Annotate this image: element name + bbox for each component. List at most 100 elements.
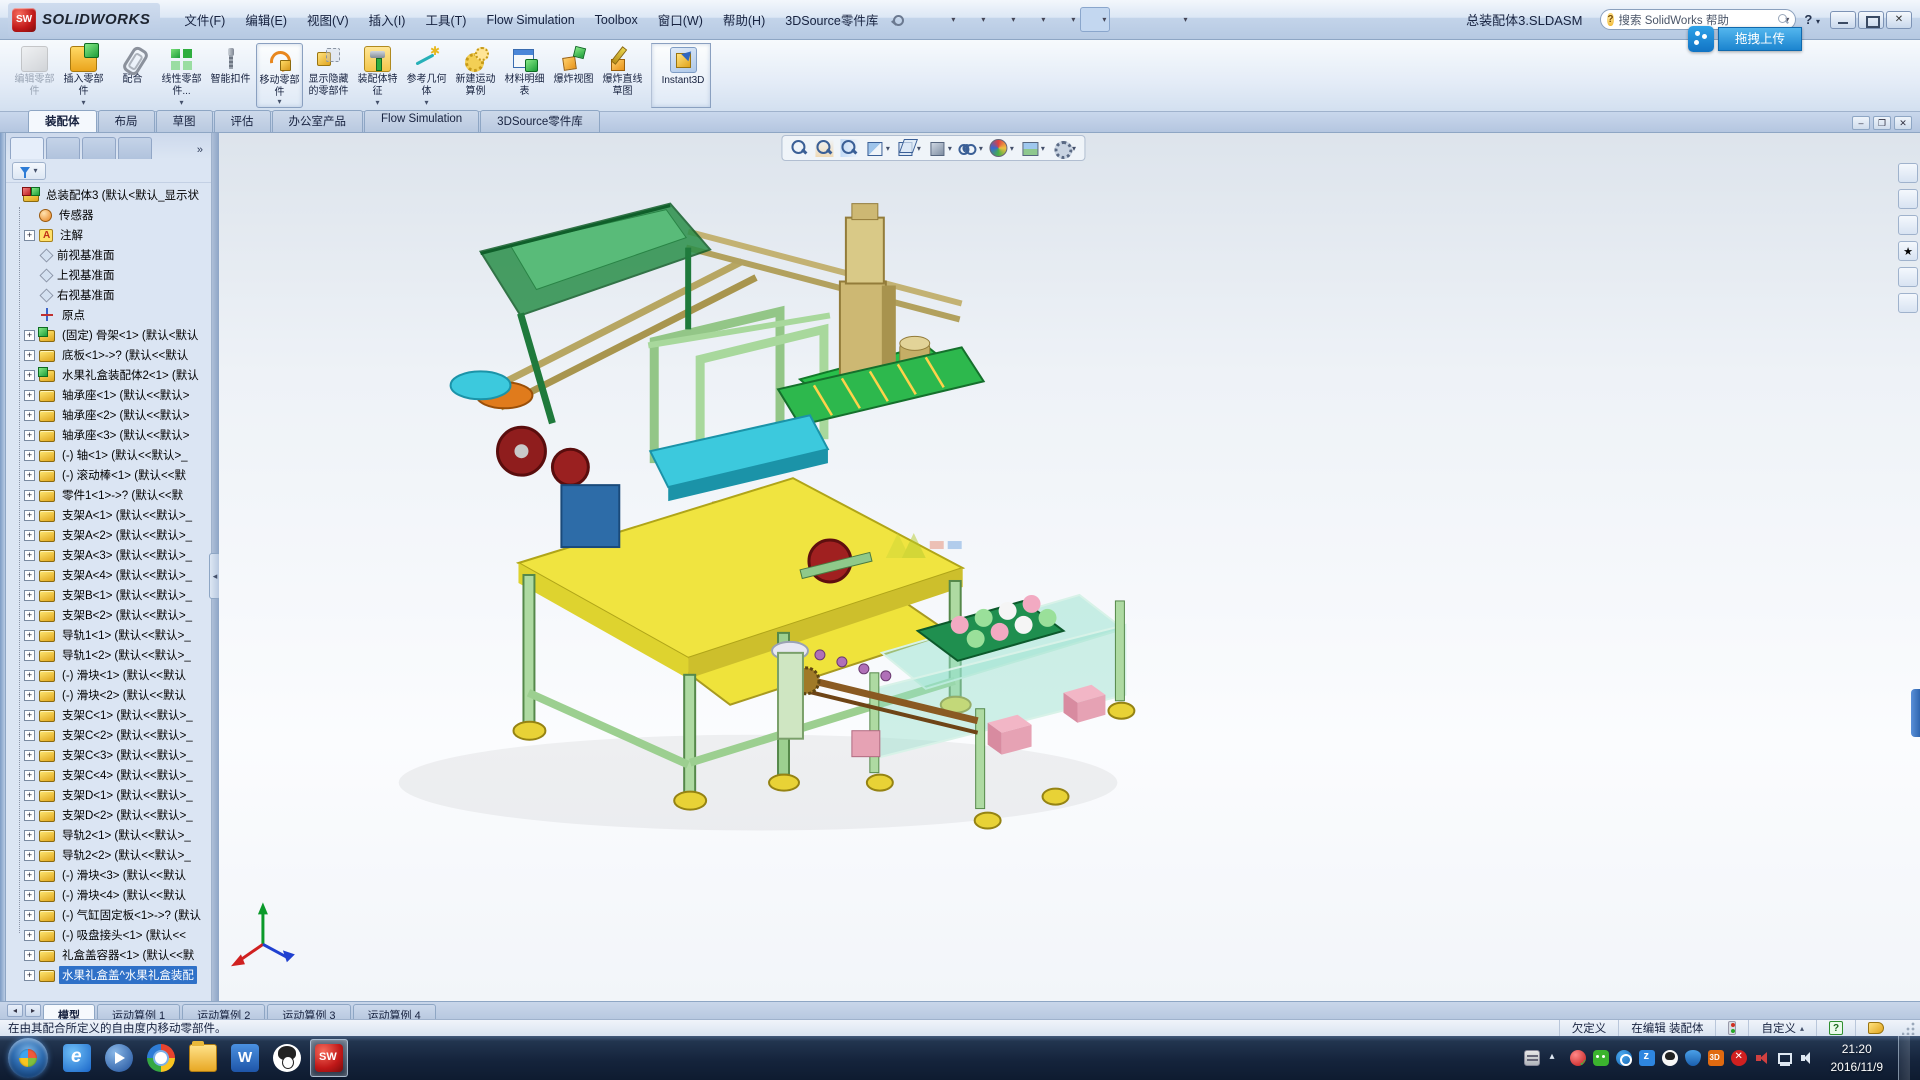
3d-assembly-model[interactable] (219, 133, 1920, 1001)
tree-item[interactable]: 轴承座<2> (默认<<默认> (6, 405, 211, 425)
command-tab[interactable]: Flow Simulation (364, 110, 479, 132)
panel-splitter[interactable]: ◂ (212, 133, 219, 1001)
menu-item[interactable]: 视图(V) (297, 5, 359, 34)
model-tab[interactable]: 运动算例 1 (97, 1004, 180, 1019)
file-properties-icon[interactable]: ▾ (1137, 8, 1160, 31)
undo-icon[interactable]: ▾ (1050, 8, 1078, 31)
zoom-area-icon[interactable]: ▾ (814, 138, 836, 158)
tree-item[interactable]: 原点 (6, 305, 211, 325)
media-player-icon[interactable] (100, 1039, 138, 1077)
featuremanager-icon[interactable] (10, 137, 44, 159)
select-icon[interactable]: ▾ (1080, 7, 1110, 32)
expand-icon[interactable] (24, 570, 35, 581)
tree-item[interactable]: (-) 滑块<1> (默认<<默认 (6, 665, 211, 685)
edit-appearance-icon[interactable]: ▾ (988, 138, 1016, 158)
expand-icon[interactable] (24, 430, 35, 441)
expand-icon[interactable] (24, 530, 35, 541)
dropdown-arrow-icon[interactable]: ▾ (1183, 15, 1187, 24)
resize-grip[interactable] (1902, 1021, 1916, 1035)
configurationmanager-icon[interactable] (82, 137, 116, 159)
tree-item[interactable]: 支架A<4> (默认<<默认>_ (6, 565, 211, 585)
show-desktop-button[interactable] (1898, 1036, 1910, 1080)
dock-ball-icon[interactable] (1898, 267, 1918, 287)
command-tab[interactable]: 评估 (214, 110, 271, 132)
command-tab[interactable]: 3DSource零件库 (480, 110, 600, 132)
dropdown-arrow-icon[interactable]: ▾ (81, 98, 85, 107)
tree-item[interactable]: 支架B<2> (默认<<默认>_ (6, 605, 211, 625)
dropdown-arrow-icon[interactable]: ▾ (979, 144, 983, 153)
dock-mail-icon[interactable] (1898, 215, 1918, 235)
tree-item[interactable]: 支架A<3> (默认<<默认>_ (6, 545, 211, 565)
3dsource-icon[interactable] (1616, 1050, 1632, 1066)
menu-item[interactable]: 窗口(W) (648, 5, 713, 34)
menu-item[interactable]: 帮助(H) (713, 5, 775, 34)
new-document-icon[interactable]: ▾ (930, 8, 958, 31)
filter-dropdown-icon[interactable]: ▾ (33, 166, 37, 175)
expand-icon[interactable] (24, 790, 35, 801)
propertymanager-icon[interactable] (46, 137, 80, 159)
doc-minimize-icon[interactable]: – (1852, 116, 1870, 130)
expand-icon[interactable] (24, 650, 35, 661)
menu-item[interactable]: 编辑(E) (235, 5, 297, 34)
search-icon[interactable] (1778, 14, 1781, 25)
menu-pin-icon[interactable] (890, 13, 904, 27)
view-settings-icon[interactable]: ▾ (1050, 138, 1078, 158)
tree-item[interactable]: 导轨1<2> (默认<<默认>_ (6, 645, 211, 665)
filter-button[interactable]: ▾ (12, 162, 46, 180)
dropdown-arrow-icon[interactable]: ▾ (1071, 15, 1075, 24)
dock-pull-tab[interactable] (1911, 689, 1920, 737)
expand-icon[interactable] (24, 450, 35, 461)
expand-icon[interactable] (24, 870, 35, 881)
tree-item[interactable]: 前视基准面 (6, 245, 211, 265)
ribbon-button[interactable]: 爆炸直线草图 ▾ (599, 43, 646, 108)
tree-item[interactable]: 支架C<3> (默认<<默认>_ (6, 745, 211, 765)
ribbon-button[interactable]: 材料明细表 ▾ (501, 43, 548, 108)
internet-explorer-icon[interactable] (58, 1039, 96, 1077)
expand-icon[interactable] (24, 610, 35, 621)
hidden-icons-icon[interactable] (1547, 1050, 1563, 1066)
dropdown-arrow-icon[interactable]: ▾ (1011, 15, 1015, 24)
minimize-button[interactable] (1830, 11, 1856, 29)
expand-icon[interactable] (24, 890, 35, 901)
previous-view-icon[interactable]: ▾ (839, 138, 861, 158)
browser-icon[interactable] (142, 1039, 180, 1077)
solidworks-icon[interactable] (310, 1039, 348, 1077)
ribbon-button[interactable]: 智能扣件 ▾ (207, 43, 254, 108)
expand-icon[interactable] (24, 730, 35, 741)
custom-status[interactable]: 自定义▴ (1748, 1020, 1816, 1036)
tree-item[interactable]: (-) 气缸固定板<1>->? (默认 (6, 905, 211, 925)
dropdown-arrow-icon[interactable]: ▾ (1072, 144, 1076, 153)
tree-item[interactable]: (-) 滑块<3> (默认<<默认 (6, 865, 211, 885)
expand-icon[interactable] (24, 230, 35, 241)
expand-icon[interactable] (24, 810, 35, 821)
tree-item[interactable]: 水果礼盒装配体2<1> (默认 (6, 365, 211, 385)
dropdown-arrow-icon[interactable]: ▾ (1041, 15, 1045, 24)
tree-item[interactable]: 轴承座<3> (默认<<默认> (6, 425, 211, 445)
wps-office-icon[interactable] (226, 1039, 264, 1077)
tree-item[interactable]: 礼盒盖容器<1> (默认<<默 (6, 945, 211, 965)
tree-item[interactable]: 支架C<2> (默认<<默认>_ (6, 725, 211, 745)
maximize-button[interactable] (1858, 11, 1884, 29)
3d-app-icon[interactable] (1708, 1050, 1724, 1066)
tree-item[interactable]: 水果礼盒盖^水果礼盒装配 (6, 965, 211, 985)
model-tab[interactable]: 运动算例 4 (353, 1004, 436, 1019)
expand-icon[interactable] (24, 970, 35, 981)
ribbon-button[interactable]: 显示隐藏的零部件 ▾ (305, 43, 352, 108)
open-icon[interactable]: ▾ (960, 8, 988, 31)
tree-item[interactable]: 轴承座<1> (默认<<默认> (6, 385, 211, 405)
ribbon-button[interactable]: 参考几何体 ▾ (403, 43, 450, 108)
tree-item[interactable]: 导轨2<1> (默认<<默认>_ (6, 825, 211, 845)
keyboard-icon[interactable] (1524, 1050, 1540, 1066)
dropdown-arrow-icon[interactable]: ▾ (1010, 144, 1014, 153)
ribbon-button[interactable]: 装配体特征 ▾ (354, 43, 401, 108)
print-icon[interactable]: ▾ (1020, 8, 1048, 31)
rebuild-icon[interactable]: ▾ (1112, 8, 1135, 31)
expand-icon[interactable] (24, 910, 35, 921)
help-button[interactable]: ? ▾ (1804, 12, 1820, 27)
tree-item[interactable]: 注解 (6, 225, 211, 245)
dropdown-arrow-icon[interactable]: ▾ (951, 15, 955, 24)
blocked-icon[interactable] (1731, 1050, 1747, 1066)
tree-item[interactable]: 传感器 (6, 205, 211, 225)
ribbon-button[interactable]: 插入零部件 ▾ (60, 43, 107, 108)
security-shield-icon[interactable] (1685, 1050, 1701, 1066)
